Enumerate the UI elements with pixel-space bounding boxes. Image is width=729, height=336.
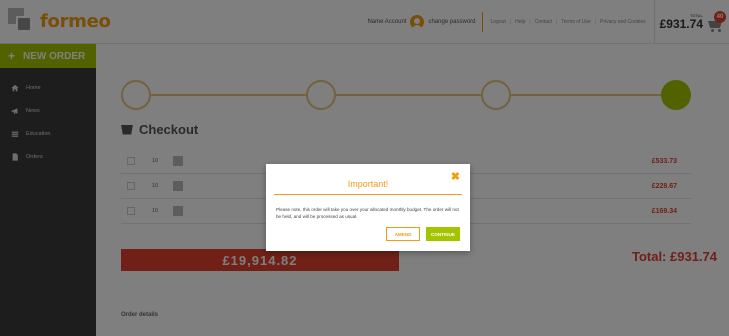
dialog-divider bbox=[274, 194, 462, 195]
amend-button[interactable]: AMEND bbox=[386, 227, 420, 241]
dialog-message: Please note, this order will take you ov… bbox=[276, 207, 459, 219]
important-dialog: ✖ Important! Please note, this order wil… bbox=[266, 164, 470, 251]
dialog-title: Important! bbox=[347, 179, 389, 189]
continue-button[interactable]: CONTINUE bbox=[426, 227, 460, 241]
